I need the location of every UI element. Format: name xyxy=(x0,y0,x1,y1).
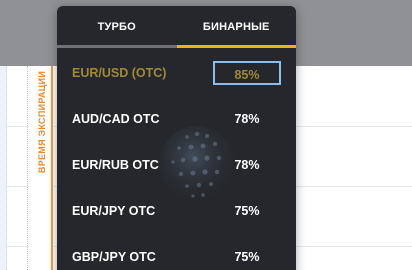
asset-row-aud-cad[interactable]: AUD/CAD OTC 78% xyxy=(57,96,296,142)
asset-type-tabs: ТУРБО БИНАРНЫЕ xyxy=(57,6,296,48)
asset-row-eur-usd[interactable]: EUR/USD (OTC) 85% xyxy=(57,50,296,96)
payout-percent: 78% xyxy=(234,112,260,126)
expiry-accent-bar xyxy=(51,66,53,270)
asset-row-eur-rub[interactable]: EUR/RUB OTC 78% xyxy=(57,142,296,188)
asset-pair: EUR/USD (OTC) xyxy=(72,66,167,80)
asset-row-gbp-jpy[interactable]: GBP/JPY OTC 75% xyxy=(57,234,296,270)
asset-pair: EUR/RUB OTC xyxy=(72,158,159,172)
dotted-divider xyxy=(27,66,28,270)
payout-percent: 85% xyxy=(213,61,281,85)
tab-binary[interactable]: БИНАРНЫЕ xyxy=(176,6,297,48)
asset-pair: AUD/CAD OTC xyxy=(72,112,160,126)
asset-row-eur-jpy[interactable]: EUR/JPY OTC 75% xyxy=(57,188,296,234)
trading-screen: ВРЕМЯ ЭКСПИРАЦИИ ТУРБО БИНАРНЫЕ EUR/USD … xyxy=(0,0,412,270)
tab-turbo[interactable]: ТУРБО xyxy=(57,6,177,48)
left-column xyxy=(0,66,7,270)
asset-dropdown: ТУРБО БИНАРНЫЕ EUR/USD (OTC) 85% AUD/CAD… xyxy=(57,6,296,270)
asset-pair: EUR/JPY OTC xyxy=(72,204,156,218)
payout-percent: 75% xyxy=(234,204,260,218)
asset-list: EUR/USD (OTC) 85% AUD/CAD OTC 78% EUR/RU… xyxy=(57,50,296,270)
payout-percent: 78% xyxy=(234,158,260,172)
expiry-time-label: ВРЕМЯ ЭКСПИРАЦИИ xyxy=(37,70,47,174)
payout-percent: 75% xyxy=(234,250,260,264)
asset-pair: GBP/JPY OTC xyxy=(72,250,156,264)
